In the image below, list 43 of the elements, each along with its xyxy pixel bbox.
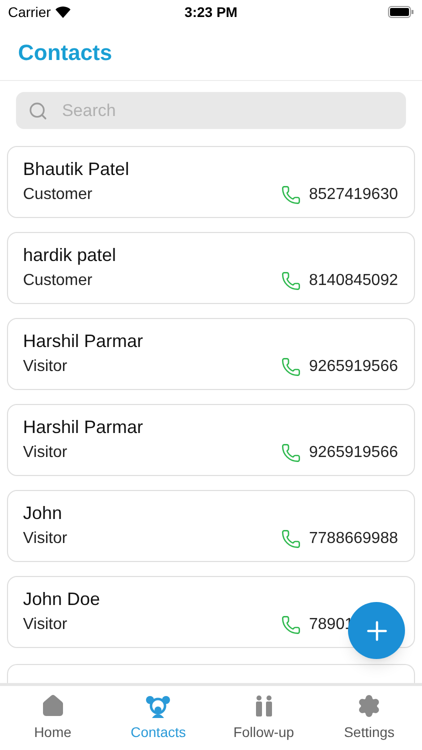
contact-card[interactable]: hardik patel Customer 8140845092 [7,232,415,304]
tab-bar-item[interactable]: Home [0,686,106,750]
contact-name: John [23,502,64,525]
search-field[interactable]: Search [62,98,394,124]
phone-icon [281,615,301,635]
phone-number: 7788669988 [309,529,398,549]
page-title: Contacts [18,38,112,66]
contact-type: Customer [23,185,92,205]
contact-card[interactable]: John Visitor 7788669988 [7,490,415,562]
contact-name: Bhautik Patel [23,158,130,181]
phone-icon [281,529,301,549]
contact-card[interactable]: Harshil Parmar Visitor 9265919566 [7,404,415,476]
contact-name: John Doe [23,588,102,611]
phone-number: 8527419630 [309,185,398,205]
carrier-label: Carrier [8,2,51,22]
search-bar[interactable]: Search [16,92,406,129]
home-icon [40,694,65,718]
phone-number: 8140845092 [309,271,398,291]
wifi-icon [54,6,71,18]
phone-icon [281,357,301,377]
phone-icon [281,443,301,463]
contact-type: Customer [23,271,92,291]
settings-icon [357,694,382,718]
contact-card[interactable]: Harshil Parmar Visitor 9265919566 [7,318,415,390]
contact-type: Visitor [23,443,68,463]
contact-type: Visitor [23,357,68,377]
contact-name: Harshil Parmar [23,330,144,353]
contact-card[interactable]: Bhautik Patel Customer 8527419630 [7,146,415,218]
contact-type: Visitor [23,615,68,635]
add-button[interactable] [348,602,405,659]
tab-bar-item[interactable]: Follow-up [211,686,316,750]
search-icon [28,100,48,122]
phone-icon [281,185,301,205]
people-network-icon [145,694,172,718]
contact-type: Visitor [23,529,68,549]
contact-name: Harshil Parmar [23,416,144,439]
battery-icon [388,6,414,18]
tab-bar-item[interactable]: Settings [316,686,422,750]
contact-name: hardik patel [23,244,118,267]
phone-number: 9265919566 [309,357,398,377]
phone-number: 9265919566 [309,443,398,463]
phone-icon [281,271,301,291]
clock-time: 3:23 PM [184,2,238,22]
